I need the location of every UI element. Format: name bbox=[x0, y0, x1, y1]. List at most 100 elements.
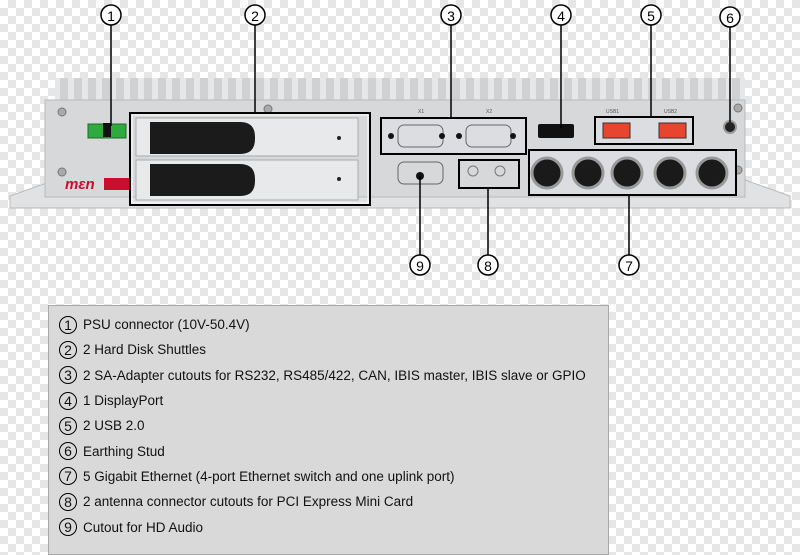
ethernet-ports bbox=[528, 149, 737, 196]
legend-item: 4 1 DisplayPort bbox=[59, 388, 608, 413]
legend-number: 8 bbox=[59, 492, 77, 511]
heatsink-fin bbox=[536, 78, 544, 100]
heatsink-fin bbox=[634, 78, 642, 100]
heatsink-fin bbox=[732, 78, 740, 100]
legend-number: 3 bbox=[59, 366, 77, 385]
heatsink-fin bbox=[424, 78, 432, 100]
heatsink-fin bbox=[284, 78, 292, 100]
legend-label: Cutout for HD Audio bbox=[83, 519, 204, 535]
heatsink-fin bbox=[340, 78, 348, 100]
heatsink-fin bbox=[480, 78, 488, 100]
heatsink-fin bbox=[606, 78, 614, 100]
heatsink-fin bbox=[508, 78, 516, 100]
heatsink-fin bbox=[592, 78, 600, 100]
heatsink-fin bbox=[144, 78, 152, 100]
callout-marker-3: 3 bbox=[440, 4, 462, 26]
heatsink-fin bbox=[620, 78, 628, 100]
legend-number: 9 bbox=[59, 518, 77, 537]
callout-marker-1: 1 bbox=[100, 4, 122, 26]
heatsink-fin bbox=[354, 78, 362, 100]
callout-marker-5: 5 bbox=[640, 4, 662, 26]
heatsink-fin bbox=[326, 78, 334, 100]
heatsink-fin bbox=[172, 78, 180, 100]
earthing-stud bbox=[723, 120, 737, 134]
heatsink-fin bbox=[186, 78, 194, 100]
svg-text:1: 1 bbox=[107, 8, 115, 24]
heatsink-fin bbox=[270, 78, 278, 100]
label-usb2: USB2 bbox=[664, 109, 677, 115]
svg-text:8: 8 bbox=[484, 258, 492, 274]
legend-number: 7 bbox=[59, 467, 77, 486]
heatsink bbox=[55, 78, 745, 102]
legend-label: 2 Hard Disk Shuttles bbox=[83, 342, 207, 358]
ethernet-port bbox=[695, 156, 729, 190]
heatsink-fin bbox=[74, 78, 82, 100]
heatsink-fin bbox=[368, 78, 376, 100]
legend-label: 2 USB 2.0 bbox=[83, 418, 145, 434]
legend-item: 3 2 SA-Adapter cutouts for RS232, RS485/4… bbox=[59, 363, 608, 388]
legend-item: 6 Earthing Stud bbox=[59, 438, 608, 463]
legend-label: PSU connector (10V-50.4V) bbox=[83, 317, 250, 333]
legend-label: 5 Gigabit Ethernet (4-port Ethernet swit… bbox=[83, 468, 455, 484]
heatsink-fin bbox=[130, 78, 138, 100]
svg-text:9: 9 bbox=[416, 258, 424, 274]
heatsink-fin bbox=[60, 78, 68, 100]
callout-marker-7: 7 bbox=[618, 254, 640, 276]
legend-item: 8 2 antenna connector cutouts for PCI Exp… bbox=[59, 489, 608, 514]
legend-item: 1 PSU connector (10V-50.4V) bbox=[59, 312, 608, 337]
heatsink-fin bbox=[564, 78, 572, 100]
heatsink-fin bbox=[452, 78, 460, 100]
legend-label: 2 SA-Adapter cutouts for RS232, RS485/42… bbox=[83, 367, 586, 383]
ethernet-port bbox=[571, 156, 605, 190]
svg-text:4: 4 bbox=[557, 8, 565, 24]
heatsink-fin bbox=[494, 78, 502, 100]
heatsink-fin bbox=[312, 78, 320, 100]
label-usb1: USB1 bbox=[606, 109, 619, 115]
heatsink-fin bbox=[396, 78, 404, 100]
ethernet-port bbox=[610, 156, 644, 190]
label-x2: X2 bbox=[486, 109, 492, 115]
legend-item: 5 2 USB 2.0 bbox=[59, 413, 608, 438]
svg-text:6: 6 bbox=[726, 10, 734, 26]
svg-text:3: 3 bbox=[447, 8, 455, 24]
heatsink-fin bbox=[88, 78, 96, 100]
heatsink-fin bbox=[158, 78, 166, 100]
callout-marker-6: 6 bbox=[719, 6, 741, 28]
heatsink-fin bbox=[676, 78, 684, 100]
displayport bbox=[538, 124, 574, 138]
legend-box: 1 PSU connector (10V-50.4V) 2 2 Hard Disk S… bbox=[48, 305, 609, 555]
legend-item: 9 Cutout for HD Audio bbox=[59, 514, 608, 539]
callout-marker-8: 8 bbox=[477, 254, 499, 276]
heatsink-fin bbox=[438, 78, 446, 100]
heatsink-fin bbox=[718, 78, 726, 100]
callout-marker-4: 4 bbox=[550, 4, 572, 26]
heatsink-fin bbox=[578, 78, 586, 100]
svg-text:2: 2 bbox=[251, 8, 259, 24]
legend-label: Earthing Stud bbox=[83, 443, 165, 459]
heatsink-fin bbox=[648, 78, 656, 100]
heatsink-fin bbox=[298, 78, 306, 100]
callout-marker-9: 9 bbox=[409, 254, 431, 276]
svg-text:5: 5 bbox=[647, 8, 655, 24]
heatsink-fin bbox=[382, 78, 390, 100]
heatsink-fin bbox=[550, 78, 558, 100]
heatsink-fin bbox=[704, 78, 712, 100]
legend-item: 7 5 Gigabit Ethernet (4-port Ethernet swi… bbox=[59, 464, 608, 489]
heatsink-fin bbox=[466, 78, 474, 100]
heatsink-fin bbox=[256, 78, 264, 100]
heatsink-fin bbox=[200, 78, 208, 100]
brand-logo: mεn bbox=[65, 176, 95, 193]
legend-number: 4 bbox=[59, 391, 77, 410]
heatsink-fin bbox=[410, 78, 418, 100]
ethernet-port bbox=[530, 156, 564, 190]
heatsink-fin bbox=[116, 78, 124, 100]
heatsink-fin bbox=[662, 78, 670, 100]
legend-number: 2 bbox=[59, 340, 77, 359]
heatsink-fin bbox=[690, 78, 698, 100]
heatsink-fin bbox=[242, 78, 250, 100]
legend-number: 1 bbox=[59, 315, 77, 334]
svg-text:7: 7 bbox=[625, 258, 633, 274]
legend-label: 2 antenna connector cutouts for PCI Expr… bbox=[83, 494, 414, 510]
label-x1: X1 bbox=[418, 109, 424, 115]
legend-item: 2 2 Hard Disk Shuttles bbox=[59, 337, 608, 362]
